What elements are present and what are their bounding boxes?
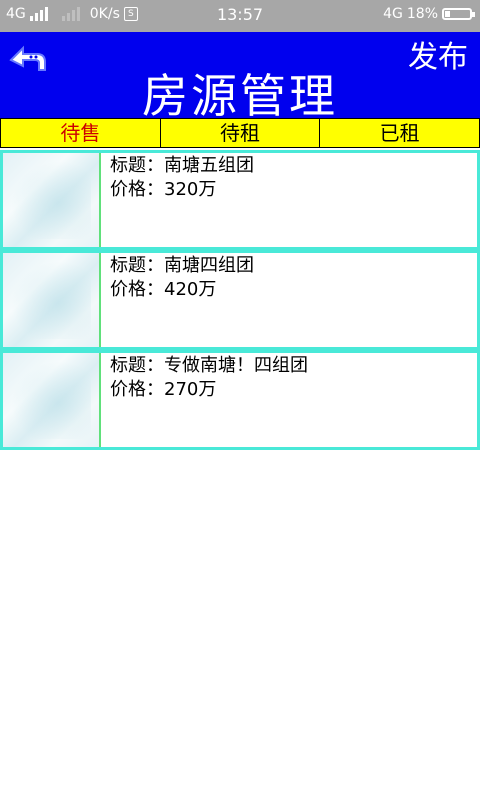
listing-thumbnail <box>3 153 101 247</box>
listing-price-row: 价格：270万 <box>110 378 308 402</box>
list-item[interactable]: 标题：南塘五组团 价格：320万 <box>0 150 480 250</box>
list-item[interactable]: 标题：南塘四组团 价格：420万 <box>0 250 480 350</box>
tab-bar: 待售 待租 已租 <box>0 118 480 148</box>
listing-thumbnail <box>3 253 101 347</box>
title-label: 标题： <box>110 155 164 176</box>
title-label: 标题： <box>110 255 164 276</box>
app-header: 发布 房源管理 <box>0 32 480 123</box>
listing-title-row: 标题：专做南塘！四组团 <box>110 354 308 378</box>
price-label: 价格： <box>110 179 164 200</box>
tab-for-rent[interactable]: 待租 <box>159 119 320 147</box>
listing-title: 专做南塘！四组团 <box>164 355 308 376</box>
price-label: 价格： <box>110 279 164 300</box>
price-label: 价格： <box>110 379 164 400</box>
listing-price-row: 价格：320万 <box>110 178 254 202</box>
status-bar: 4G 0K/s S 13:57 4G 18% <box>0 0 480 32</box>
battery-icon <box>442 8 475 20</box>
list-item[interactable]: 标题：专做南塘！四组团 价格：270万 <box>0 350 480 450</box>
listing-info: 标题：南塘五组团 价格：320万 <box>110 154 254 202</box>
listing-thumbnail <box>3 353 101 447</box>
listing-price: 420万 <box>164 279 217 300</box>
page-title: 房源管理 <box>142 69 338 123</box>
listing-info: 标题：专做南塘！四组团 价格：270万 <box>110 354 308 402</box>
listing-title: 南塘四组团 <box>164 255 254 276</box>
listing-info: 标题：南塘四组团 价格：420万 <box>110 254 254 302</box>
title-label: 标题： <box>110 355 164 376</box>
tab-for-sale[interactable]: 待售 <box>0 119 160 147</box>
listing-title-row: 标题：南塘五组团 <box>110 154 254 178</box>
battery-percent: 18% <box>406 6 438 22</box>
status-right: 4G 18% <box>383 6 475 22</box>
network-type-right: 4G <box>383 6 403 22</box>
listing-list: 标题：南塘五组团 价格：320万 标题：南塘四组团 价格：420万 标题：专做南… <box>0 150 480 450</box>
listing-price: 270万 <box>164 379 217 400</box>
listing-title: 南塘五组团 <box>164 155 254 176</box>
listing-price: 320万 <box>164 179 217 200</box>
listing-title-row: 标题：南塘四组团 <box>110 254 254 278</box>
tab-rented[interactable]: 已租 <box>319 119 480 147</box>
screen: 4G 0K/s S 13:57 4G 18% 发布 房源管理 待售 待租 已租 … <box>0 0 480 800</box>
listing-price-row: 价格：420万 <box>110 278 254 302</box>
